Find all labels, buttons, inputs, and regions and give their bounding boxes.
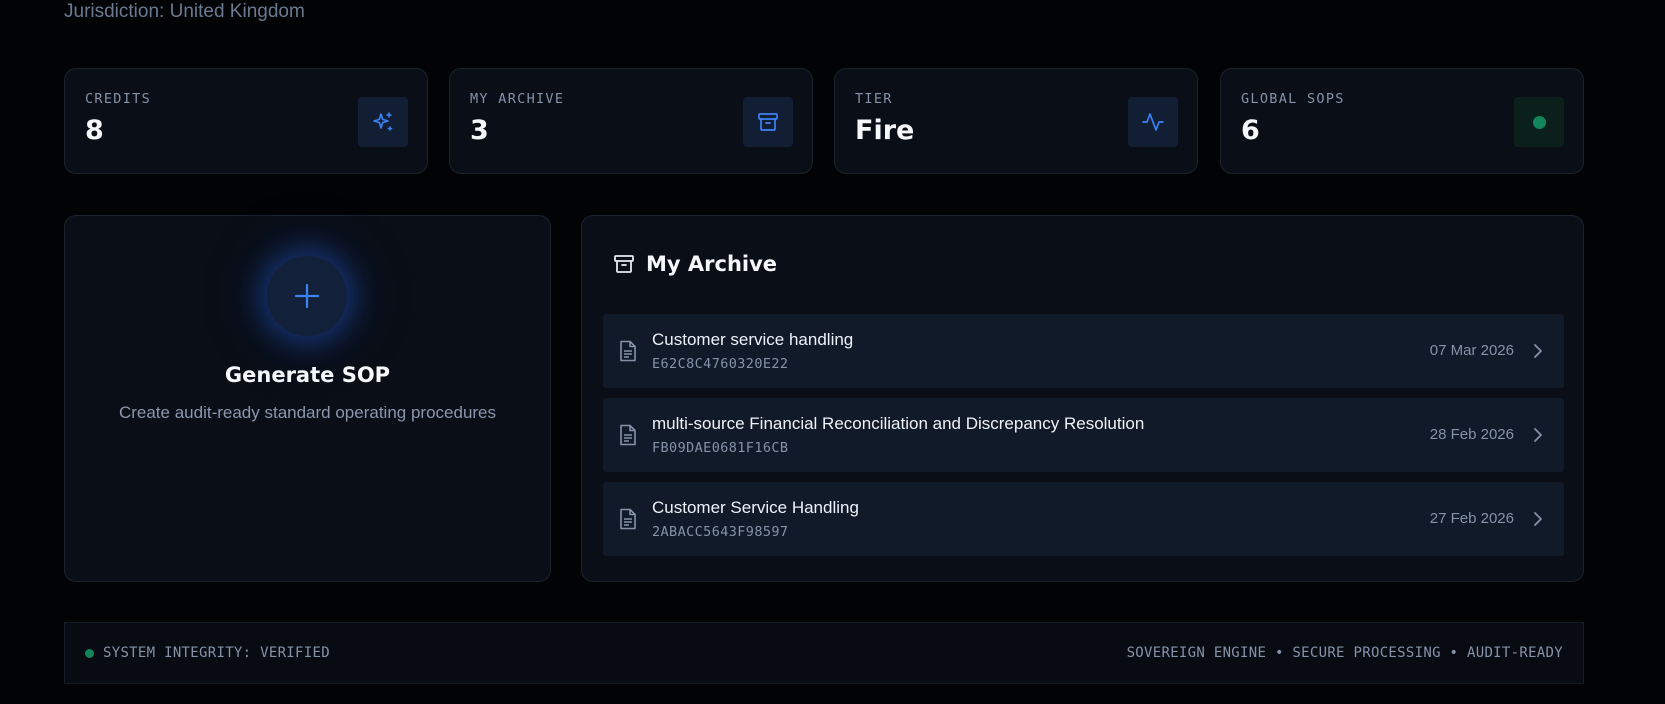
stat-card-global-sops: GLOBAL SOPS 6 [1220, 68, 1584, 174]
archive-item-name: multi-source Financial Reconciliation an… [652, 414, 1145, 433]
archive-item-name: Customer Service Handling [652, 498, 859, 517]
stat-value: Fire [855, 115, 915, 146]
archive-item-name: Customer service handling [652, 330, 854, 349]
chevron-right-icon[interactable] [1530, 426, 1546, 444]
stat-value: 3 [470, 115, 489, 146]
archive-box-icon [614, 255, 634, 273]
generate-sop-title: Generate SOP [224, 363, 391, 387]
archive-title: My Archive [646, 252, 778, 276]
archive-header: My Archive [612, 252, 777, 276]
archive-item-code: FB09DAE0681F16CB [652, 440, 789, 456]
archive-item-date: 07 Mar 2026 [1429, 342, 1514, 359]
sparkles-icon [358, 97, 408, 147]
archive-row[interactable]: Customer Service Handling 2ABACC5643F985… [603, 482, 1564, 556]
engine-tagline: SOVEREIGN ENGINE • SECURE PROCESSING • A… [1126, 645, 1563, 661]
status-dot-icon [1514, 97, 1564, 147]
stat-card-tier: TIER Fire [834, 68, 1198, 174]
archive-row[interactable]: Customer service handling E62C8C4760320E… [603, 314, 1564, 388]
plus-icon [294, 283, 320, 309]
stat-label: MY ARCHIVE [470, 91, 565, 107]
stat-card-archive: MY ARCHIVE 3 [449, 68, 813, 174]
stat-label: GLOBAL SOPS [1241, 91, 1345, 107]
generate-sop-subtitle: Create audit-ready standard operating pr… [118, 403, 497, 422]
document-icon [620, 508, 636, 530]
dashboard: Jurisdiction: United Kingdom CREDITS 8 M… [0, 0, 1665, 704]
chevron-right-icon[interactable] [1530, 342, 1546, 360]
archive-row[interactable]: multi-source Financial Reconciliation an… [603, 398, 1564, 472]
generate-sop-card[interactable]: Generate SOP Create audit-ready standard… [64, 215, 551, 582]
archive-item-date: 27 Feb 2026 [1429, 510, 1514, 527]
archive-item-code: 2ABACC5643F98597 [652, 524, 789, 540]
stats-row: CREDITS 8 MY ARCHIVE 3 TIER Fire GLOBAL … [64, 68, 1584, 174]
system-integrity-text: SYSTEM INTEGRITY: VERIFIED [103, 645, 330, 661]
document-icon [620, 424, 636, 446]
archive-item-date: 28 Feb 2026 [1429, 426, 1514, 443]
jurisdiction-label: Jurisdiction: United Kingdom [64, 1, 305, 22]
document-icon [620, 340, 636, 362]
stat-label: TIER [855, 91, 893, 107]
stat-value: 8 [85, 115, 104, 146]
chevron-right-icon[interactable] [1530, 510, 1546, 528]
stat-value: 6 [1241, 115, 1260, 146]
system-status-footer: SYSTEM INTEGRITY: VERIFIED SOVEREIGN ENG… [64, 622, 1584, 684]
generate-sop-button[interactable] [267, 256, 347, 336]
system-integrity-status: SYSTEM INTEGRITY: VERIFIED [85, 645, 330, 661]
stat-label: CREDITS [85, 91, 151, 107]
archive-box-icon [743, 97, 793, 147]
stat-card-credits: CREDITS 8 [64, 68, 428, 174]
activity-pulse-icon [1128, 97, 1178, 147]
archive-panel: My Archive Customer service handling E62… [581, 215, 1584, 582]
status-dot-icon [85, 648, 94, 658]
archive-item-code: E62C8C4760320E22 [652, 356, 789, 372]
